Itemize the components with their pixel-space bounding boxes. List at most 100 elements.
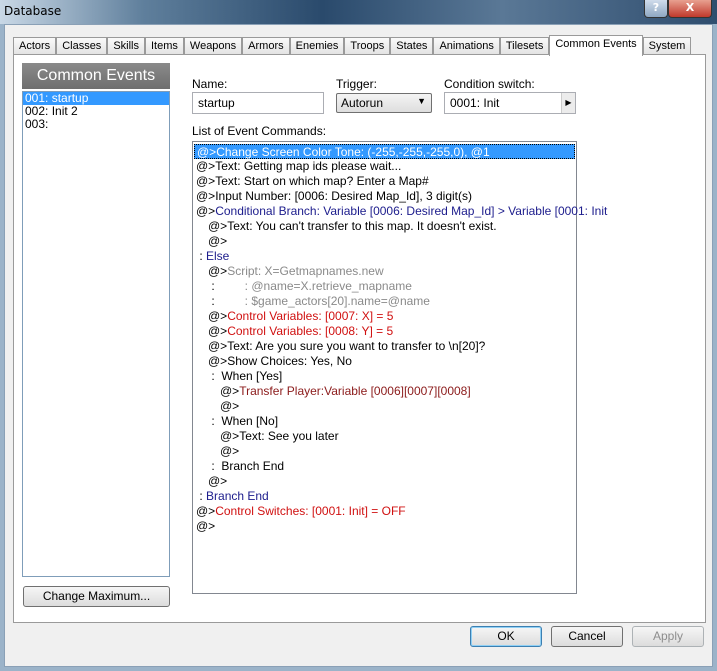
command-text: Branch End — [206, 489, 269, 503]
condition-switch-label: Condition switch: — [444, 77, 535, 91]
tab-states[interactable]: States — [390, 37, 434, 55]
tab-skills[interactable]: Skills — [107, 37, 145, 55]
command-text: Script: X=Getmapnames.new — [227, 264, 384, 278]
tab-classes[interactable]: Classes — [56, 37, 108, 55]
command-prefix: @> — [208, 324, 228, 338]
tab-actors[interactable]: Actors — [13, 37, 57, 55]
command-prefix: @> — [220, 399, 240, 413]
arrow-right-icon[interactable]: ▶ — [561, 93, 575, 113]
trigger-value: Autorun — [341, 96, 384, 110]
cancel-button[interactable]: Cancel — [551, 626, 623, 647]
command-prefix: @> — [208, 339, 228, 353]
event-command-row[interactable]: : : @name=X.retrieve_mapname — [194, 279, 575, 294]
command-prefix: @> — [220, 444, 240, 458]
tab-enemies[interactable]: Enemies — [289, 37, 345, 55]
command-prefix: : — [208, 294, 215, 308]
command-text: Text: You can't transfer to this map. It… — [227, 219, 497, 233]
event-command-row[interactable]: @>Text: Getting map ids please wait... — [194, 159, 575, 174]
command-text: Conditional Branch: Variable [0006: Desi… — [215, 204, 608, 218]
event-command-row[interactable]: : Branch End — [194, 459, 575, 474]
name-input[interactable]: startup — [192, 92, 324, 114]
event-command-row[interactable]: @>Text: Start on which map? Enter a Map# — [194, 174, 575, 189]
command-prefix: : — [208, 279, 215, 293]
trigger-select[interactable]: Autorun ▼ — [336, 93, 432, 113]
event-command-row[interactable]: : Else — [194, 249, 575, 264]
tab-system[interactable]: System — [642, 37, 692, 55]
command-text: When [Yes] — [221, 369, 283, 383]
event-command-row[interactable]: @>Control Switches: [0001: Init] = OFF — [194, 504, 575, 519]
tab-troops[interactable]: Troops — [344, 37, 391, 55]
command-text: Transfer Player:Variable [0006][0007][00… — [239, 384, 471, 398]
event-command-row[interactable]: @>Input Number: [0006: Desired Map_Id], … — [194, 189, 575, 204]
command-text: Control Variables: [0008: Y] = 5 — [227, 324, 394, 338]
command-prefix: : — [196, 489, 207, 503]
command-text: Control Switches: [0001: Init] = OFF — [215, 504, 406, 518]
close-button[interactable]: X — [668, 0, 712, 18]
event-command-row[interactable]: @>Control Variables: [0008: Y] = 5 — [194, 324, 575, 339]
database-window: Actors Classes Skills Items Weapons Armors Ene… — [4, 24, 713, 667]
event-command-row[interactable]: @>Change Screen Color Tone: (-255,-255,-… — [194, 144, 575, 159]
event-command-row[interactable]: : : $game_actors[20].name=@name — [194, 294, 575, 309]
command-prefix: : — [196, 249, 207, 263]
command-prefix: @> — [196, 159, 216, 173]
command-prefix: @> — [208, 219, 228, 233]
tab-common-events[interactable]: Common Events — [549, 35, 643, 56]
tab-animations[interactable]: Animations — [433, 37, 500, 55]
event-command-row[interactable]: : When [Yes] — [194, 369, 575, 384]
command-text: : @name=X.retrieve_mapname — [214, 279, 412, 293]
command-prefix: : — [208, 459, 222, 473]
tab-items[interactable]: Items — [144, 37, 184, 55]
event-command-row[interactable]: @>Transfer Player:Variable [0006][0007][… — [194, 384, 575, 399]
command-text: Input Number: [0006: Desired Map_Id], 3 … — [215, 189, 472, 203]
tab-weapons[interactable]: Weapons — [183, 37, 243, 55]
command-text: Else — [206, 249, 230, 263]
command-prefix: @> — [196, 189, 216, 203]
tab-bar: Actors Classes Skills Items Weapons Armors Ene… — [13, 35, 692, 56]
command-prefix: : — [208, 369, 222, 383]
apply-button[interactable]: Apply — [632, 626, 704, 647]
command-text: : $game_actors[20].name=@name — [214, 294, 430, 308]
condition-switch-value: 0001: Init — [450, 96, 500, 110]
common-events-header: Common Events — [22, 63, 170, 89]
command-prefix: @> — [196, 504, 216, 518]
condition-switch-field[interactable]: 0001: Init ▶ — [444, 92, 576, 114]
event-command-row[interactable]: @> — [194, 519, 575, 534]
command-text: Show Choices: Yes, No — [227, 354, 352, 368]
event-command-row[interactable]: @>Control Variables: [0007: X] = 5 — [194, 309, 575, 324]
tab-armors[interactable]: Armors — [242, 37, 290, 55]
event-command-row[interactable]: @> — [194, 444, 575, 459]
command-text: Text: Are you sure you want to transfer … — [227, 339, 486, 353]
event-command-row[interactable]: @>Script: X=Getmapnames.new — [194, 264, 575, 279]
command-prefix: : — [208, 414, 222, 428]
event-command-row[interactable]: @> — [194, 474, 575, 489]
help-button[interactable]: ? — [644, 0, 668, 18]
event-list[interactable]: 001: startup 002: Init 2 003: — [22, 91, 170, 577]
command-prefix: @> — [220, 429, 240, 443]
event-command-row[interactable]: : Branch End — [194, 489, 575, 504]
tab-panel: Common Events 001: startup 002: Init 2 003… — [13, 54, 706, 623]
command-text: Text: Start on which map? Enter a Map# — [215, 174, 429, 188]
event-command-row[interactable]: @>Text: See you later — [194, 429, 575, 444]
command-text: Branch End — [221, 459, 285, 473]
event-list-item[interactable]: 003: — [23, 118, 169, 131]
change-maximum-button[interactable]: Change Maximum... — [23, 586, 170, 607]
command-text: Text: See you later — [239, 429, 339, 443]
trigger-label: Trigger: — [336, 77, 377, 91]
event-command-row[interactable]: : When [No] — [194, 414, 575, 429]
title-bar: Database ? X — [0, 0, 717, 24]
event-command-row[interactable]: @> — [194, 234, 575, 249]
event-command-row[interactable]: @>Conditional Branch: Variable [0006: De… — [194, 204, 607, 219]
command-text: Control Variables: [0007: X] = 5 — [227, 309, 394, 323]
name-label: Name: — [192, 77, 228, 91]
command-prefix: @> — [196, 519, 216, 533]
event-commands-list[interactable]: @>Change Screen Color Tone: (-255,-255,-… — [192, 141, 607, 594]
event-command-row[interactable]: @>Text: Are you sure you want to transfe… — [194, 339, 575, 354]
command-prefix: @> — [196, 204, 216, 218]
command-text: Change Screen Color Tone: (-255,-255,-25… — [216, 145, 490, 159]
event-command-row[interactable]: @>Show Choices: Yes, No — [194, 354, 575, 369]
ok-button[interactable]: OK — [470, 626, 542, 647]
tab-tilesets[interactable]: Tilesets — [499, 37, 550, 55]
event-command-row[interactable]: @> — [194, 399, 575, 414]
command-prefix: @> — [208, 354, 228, 368]
event-command-row[interactable]: @>Text: You can't transfer to this map. … — [194, 219, 575, 234]
